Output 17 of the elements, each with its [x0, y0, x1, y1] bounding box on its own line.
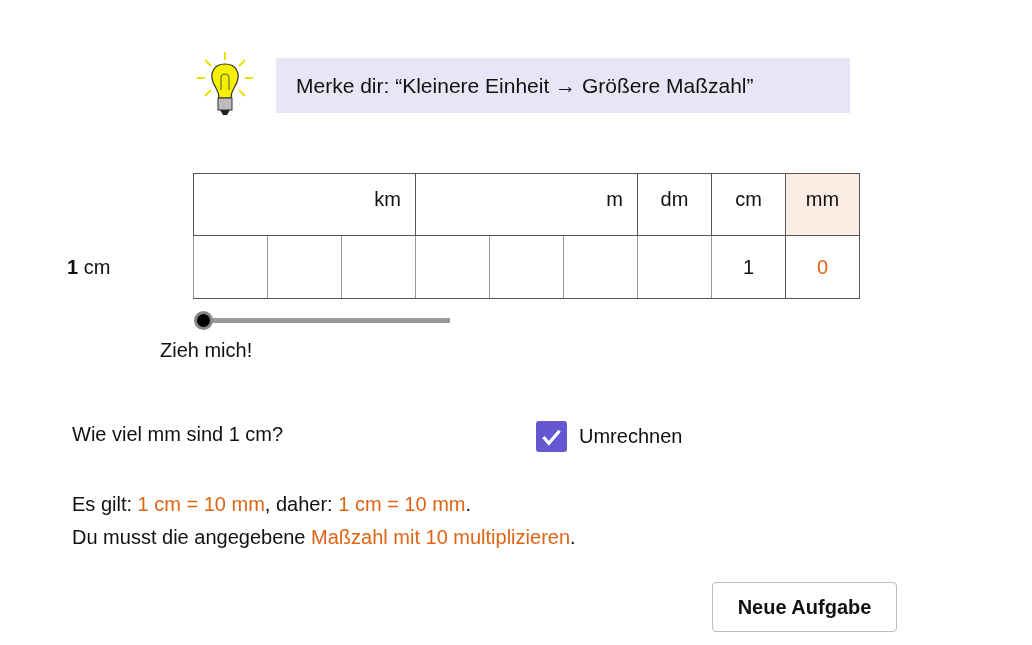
unit-header: dm [637, 173, 712, 236]
question-text: Wie viel mm sind 1 cm? [72, 423, 285, 446]
explanation-text: Du musst die angegebene Maßzahl mit 10 multiplizieren. [72, 525, 577, 550]
slider-thumb[interactable] [194, 311, 213, 330]
checkbox-label: Umrechnen [579, 425, 683, 448]
memo-banner: Merke dir: “Kleinere Einheit → Größere Maßzahl” [276, 57, 850, 113]
table-cell: 1 [711, 235, 786, 299]
slider-label: Zieh mich! [160, 339, 254, 362]
table-cell: 0 [785, 235, 860, 299]
new-task-button[interactable]: Neue Aufgabe [712, 582, 897, 632]
unit-header: cm [711, 173, 786, 236]
unit-header: km [193, 173, 416, 236]
row-label: 1 cm [67, 256, 111, 279]
checkbox[interactable] [536, 421, 567, 452]
explanation-text: Es gilt: 1 cm = 10 mm, daher: 1 cm = 10 mm. [72, 492, 473, 517]
unit-header: m [415, 173, 638, 236]
unit-header: mm [785, 173, 860, 236]
